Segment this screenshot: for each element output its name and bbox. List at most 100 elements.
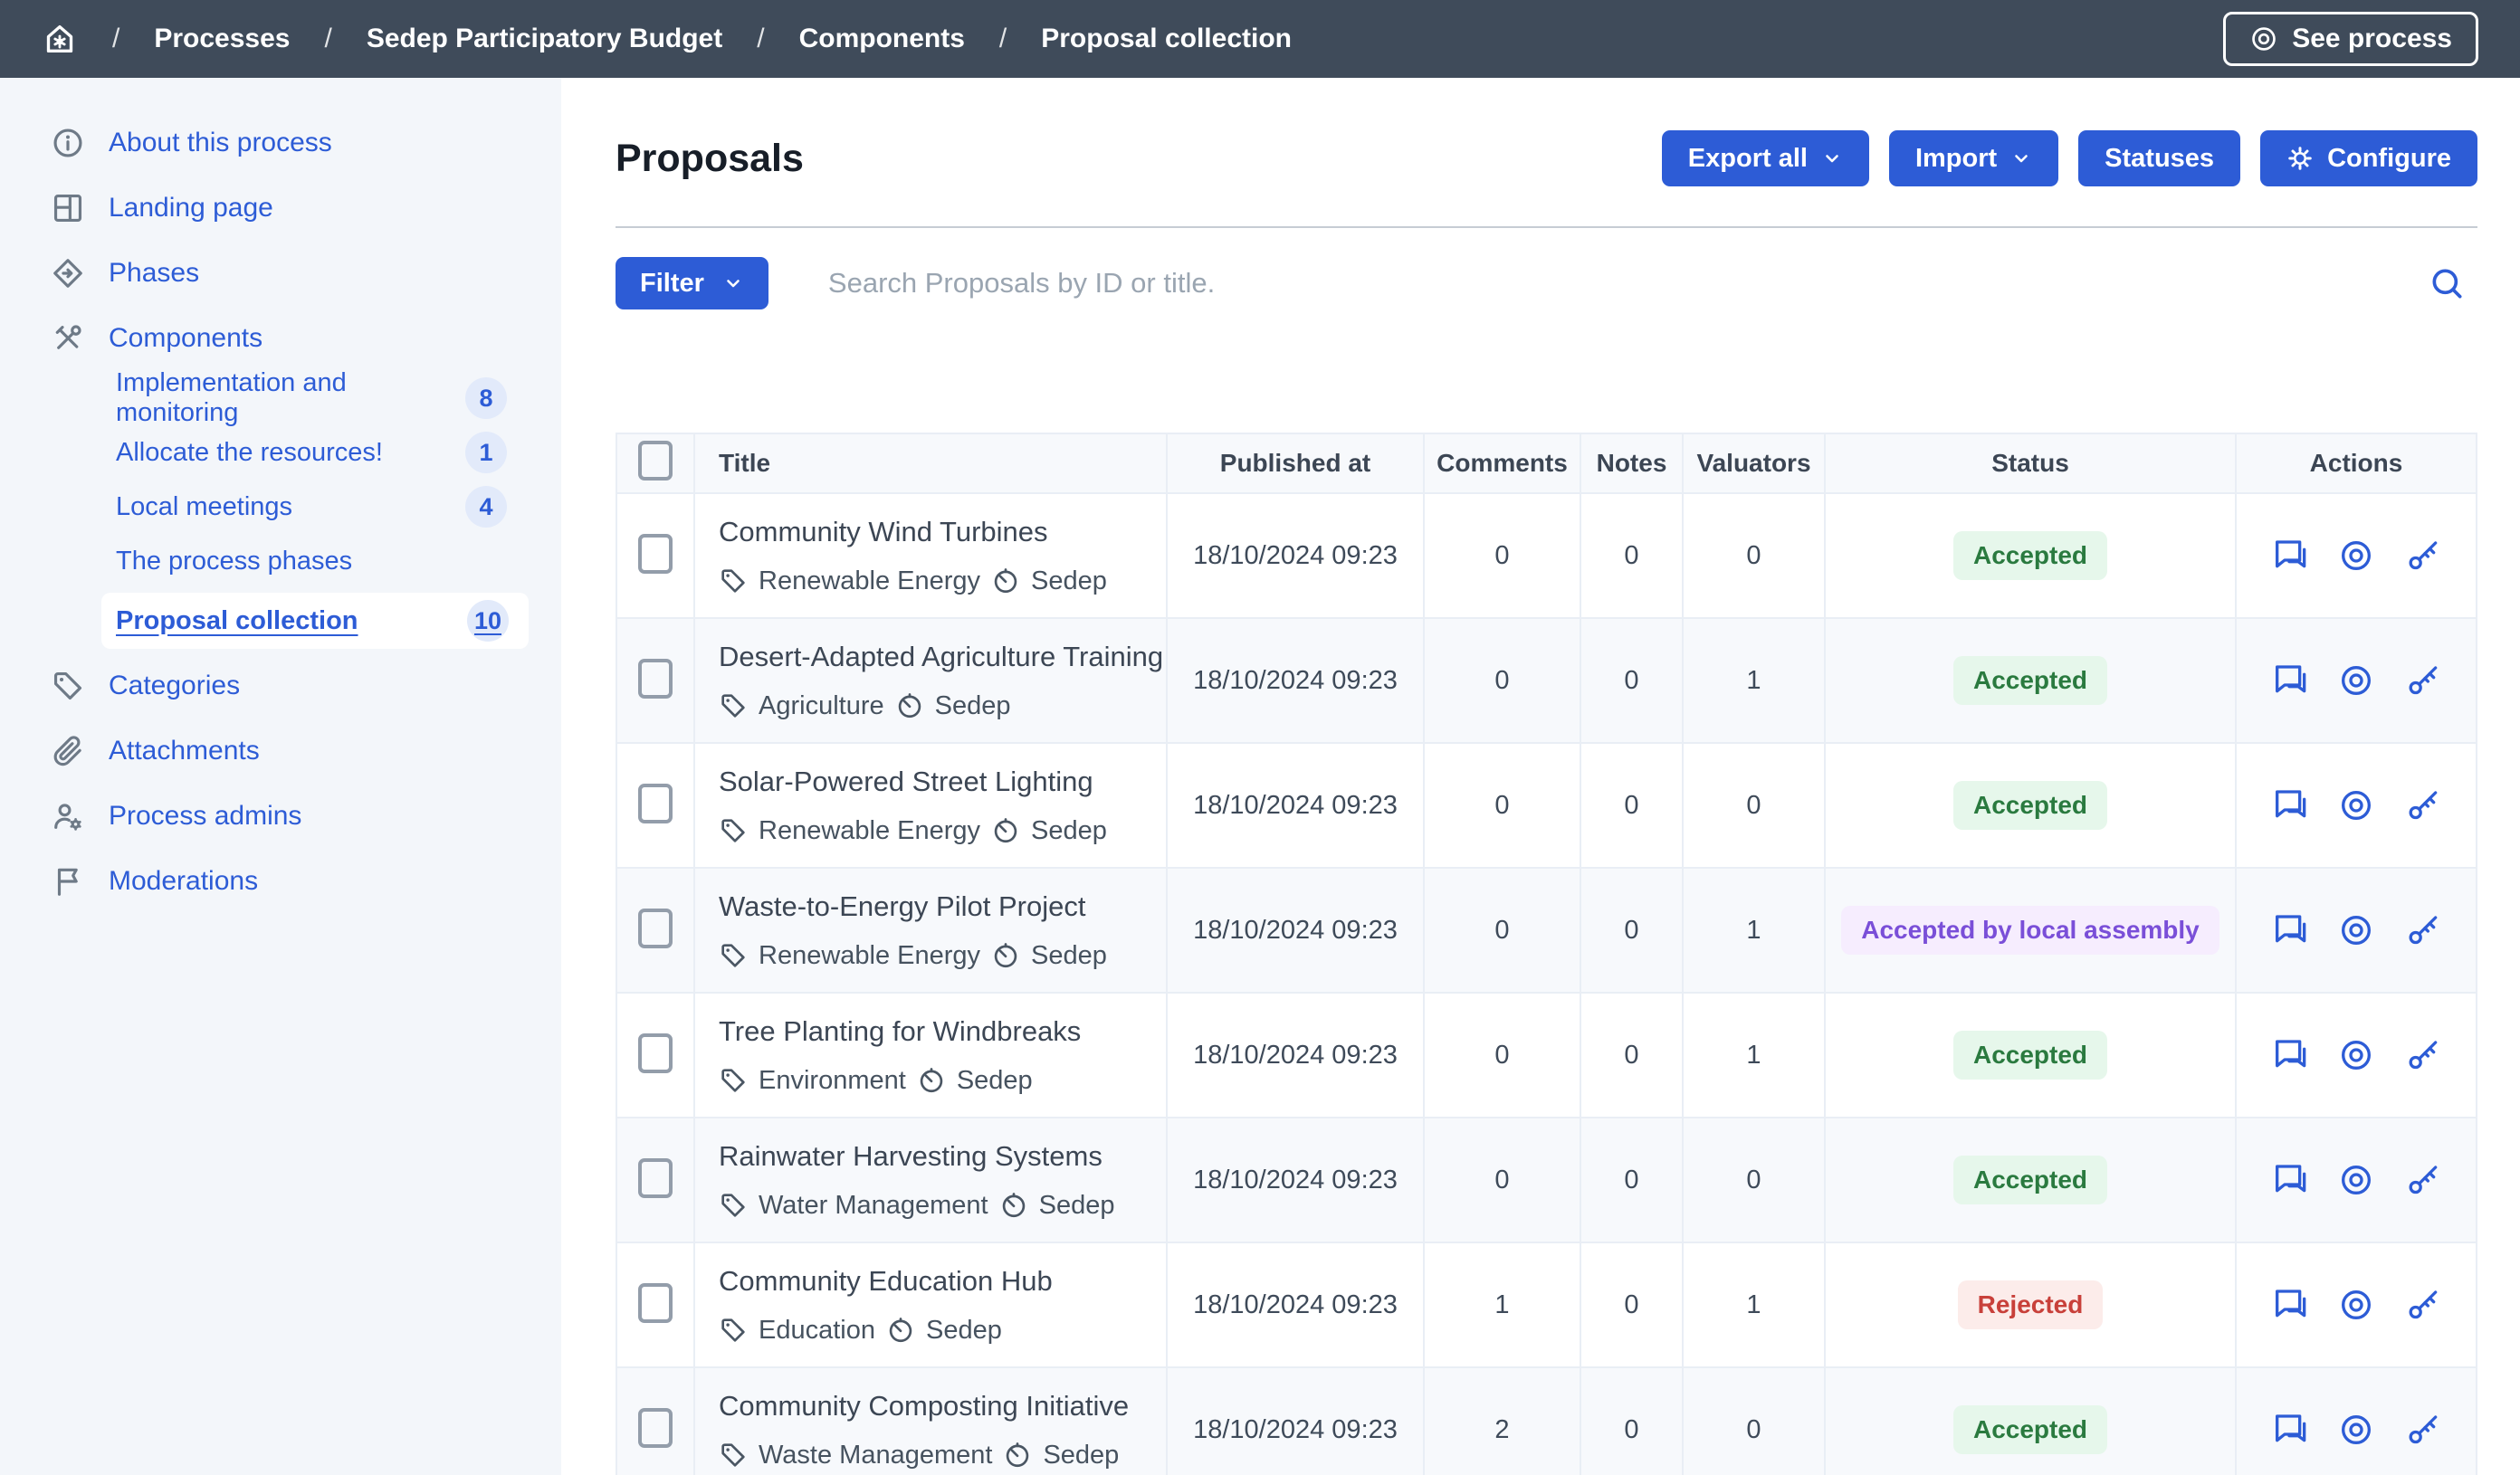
sidebar-item-components[interactable]: Components — [0, 306, 561, 371]
sidebar-item-process-admins[interactable]: Process admins — [0, 784, 561, 849]
column-header-actions: Actions — [2236, 433, 2477, 493]
published-at-value: 18/10/2024 09:23 — [1167, 993, 1424, 1118]
column-header-valuators: Valuators — [1683, 433, 1825, 493]
sidebar-item-attachments[interactable]: Attachments — [0, 718, 561, 784]
preview-button[interactable] — [2338, 1037, 2374, 1073]
proposal-title-link[interactable]: Rainwater Harvesting Systems — [719, 1140, 1165, 1173]
sidebar-subitem[interactable]: Local meetings 4 — [0, 480, 561, 534]
proposal-title-link[interactable]: Community Wind Turbines — [719, 516, 1165, 548]
sidebar-item-moderations[interactable]: Moderations — [0, 849, 561, 914]
preview-button[interactable] — [2338, 912, 2374, 948]
answer-proposal-button[interactable] — [2271, 538, 2307, 574]
permissions-button[interactable] — [2405, 1162, 2441, 1198]
valuators-count: 0 — [1683, 1367, 1825, 1475]
permissions-button[interactable] — [2405, 912, 2441, 948]
row-checkbox[interactable] — [638, 1158, 673, 1198]
proposal-category: Agriculture — [759, 691, 884, 721]
sidebar-item-label: Components — [109, 323, 262, 354]
home-icon[interactable] — [42, 21, 78, 57]
preview-button[interactable] — [2338, 1412, 2374, 1448]
column-header-title: Title — [694, 433, 1167, 493]
sidebar-item-phases[interactable]: Phases — [0, 241, 561, 306]
search-input[interactable] — [826, 266, 2429, 300]
breadcrumb-processes[interactable]: Processes — [154, 24, 290, 54]
permissions-button[interactable] — [2405, 1412, 2441, 1448]
filter-button[interactable]: Filter — [616, 257, 768, 309]
chat-icon — [2271, 1412, 2307, 1448]
proposal-category: Waste Management — [759, 1441, 992, 1470]
row-checkbox[interactable] — [638, 1283, 673, 1323]
permissions-button[interactable] — [2405, 787, 2441, 823]
sidebar-item-categories[interactable]: Categories — [0, 653, 561, 718]
answer-proposal-button[interactable] — [2271, 1162, 2307, 1198]
answer-proposal-button[interactable] — [2271, 912, 2307, 948]
key-icon — [2405, 912, 2441, 948]
export-all-button[interactable]: Export all — [1662, 130, 1869, 186]
proposal-title-link[interactable]: Community Education Hub — [719, 1265, 1165, 1298]
proposal-title-link[interactable]: Solar-Powered Street Lighting — [719, 766, 1165, 798]
preview-button[interactable] — [2338, 1287, 2374, 1323]
flag-icon — [51, 864, 85, 899]
search-button[interactable] — [2429, 265, 2465, 301]
eye-icon — [2338, 1037, 2374, 1073]
sidebar-item-label: Process admins — [109, 801, 301, 832]
sidebar-subitem[interactable]: Allocate the resources! 1 — [0, 425, 561, 480]
preview-button[interactable] — [2338, 538, 2374, 574]
status-badge: Accepted — [1953, 656, 2107, 705]
statuses-button[interactable]: Statuses — [2078, 130, 2240, 186]
answer-proposal-button[interactable] — [2271, 1287, 2307, 1323]
proposal-title-link[interactable]: Waste-to-Energy Pilot Project — [719, 890, 1165, 923]
eye-icon — [2338, 1162, 2374, 1198]
answer-proposal-button[interactable] — [2271, 1412, 2307, 1448]
row-checkbox[interactable] — [638, 1033, 673, 1073]
breadcrumb-proposal-collection[interactable]: Proposal collection — [1041, 24, 1292, 54]
preview-button[interactable] — [2338, 1162, 2374, 1198]
preview-button[interactable] — [2338, 662, 2374, 699]
answer-proposal-button[interactable] — [2271, 662, 2307, 699]
valuators-count: 0 — [1683, 743, 1825, 868]
notes-count: 0 — [1580, 743, 1683, 868]
sidebar-item-about[interactable]: About this process — [0, 110, 561, 176]
sidebar-subitem[interactable]: Implementation and monitoring 8 — [0, 371, 561, 425]
column-header-comments: Comments — [1424, 433, 1580, 493]
eye-icon — [2338, 1287, 2374, 1323]
proposal-title-link[interactable]: Desert-Adapted Agriculture Training — [719, 641, 1165, 673]
sidebar-subitem-label: Local meetings — [116, 492, 292, 522]
breadcrumb: / Processes / Sedep Participatory Budget… — [42, 21, 1292, 57]
configure-label: Configure — [2327, 144, 2451, 174]
comments-count: 0 — [1424, 743, 1580, 868]
configure-button[interactable]: Configure — [2260, 130, 2477, 186]
select-all-checkbox[interactable] — [638, 441, 673, 481]
row-checkbox[interactable] — [638, 1408, 673, 1448]
sidebar-item-landing-page[interactable]: Landing page — [0, 176, 561, 241]
preview-button[interactable] — [2338, 787, 2374, 823]
permissions-button[interactable] — [2405, 1287, 2441, 1323]
eye-icon — [2338, 1412, 2374, 1448]
answer-proposal-button[interactable] — [2271, 787, 2307, 823]
breadcrumb-process-name[interactable]: Sedep Participatory Budget — [367, 24, 722, 54]
sidebar-subitem[interactable]: The process phases — [0, 534, 561, 588]
valuators-count: 0 — [1683, 1118, 1825, 1242]
proposal-title-link[interactable]: Community Composting Initiative — [719, 1390, 1165, 1423]
status-badge: Accepted — [1953, 531, 2107, 580]
permissions-button[interactable] — [2405, 662, 2441, 699]
permissions-button[interactable] — [2405, 538, 2441, 574]
row-checkbox[interactable] — [638, 909, 673, 948]
key-icon — [2405, 1037, 2441, 1073]
see-process-button[interactable]: See process — [2223, 12, 2478, 66]
proposal-scope: Sedep — [1039, 1191, 1115, 1221]
permissions-button[interactable] — [2405, 1037, 2441, 1073]
answer-proposal-button[interactable] — [2271, 1037, 2307, 1073]
eye-icon — [2338, 538, 2374, 574]
sidebar-subitem-proposal-collection[interactable]: Proposal collection 10 — [101, 593, 529, 649]
proposal-title-link[interactable]: Tree Planting for Windbreaks — [719, 1015, 1165, 1048]
scope-icon — [991, 816, 1020, 845]
import-button[interactable]: Import — [1889, 130, 2058, 186]
row-checkbox[interactable] — [638, 534, 673, 574]
table-header-row: Title Published at Comments Notes Valuat… — [616, 433, 2477, 493]
row-checkbox[interactable] — [638, 784, 673, 823]
row-checkbox[interactable] — [638, 659, 673, 699]
breadcrumb-components[interactable]: Components — [799, 24, 965, 54]
info-icon — [51, 126, 85, 160]
layout-icon — [51, 191, 85, 225]
